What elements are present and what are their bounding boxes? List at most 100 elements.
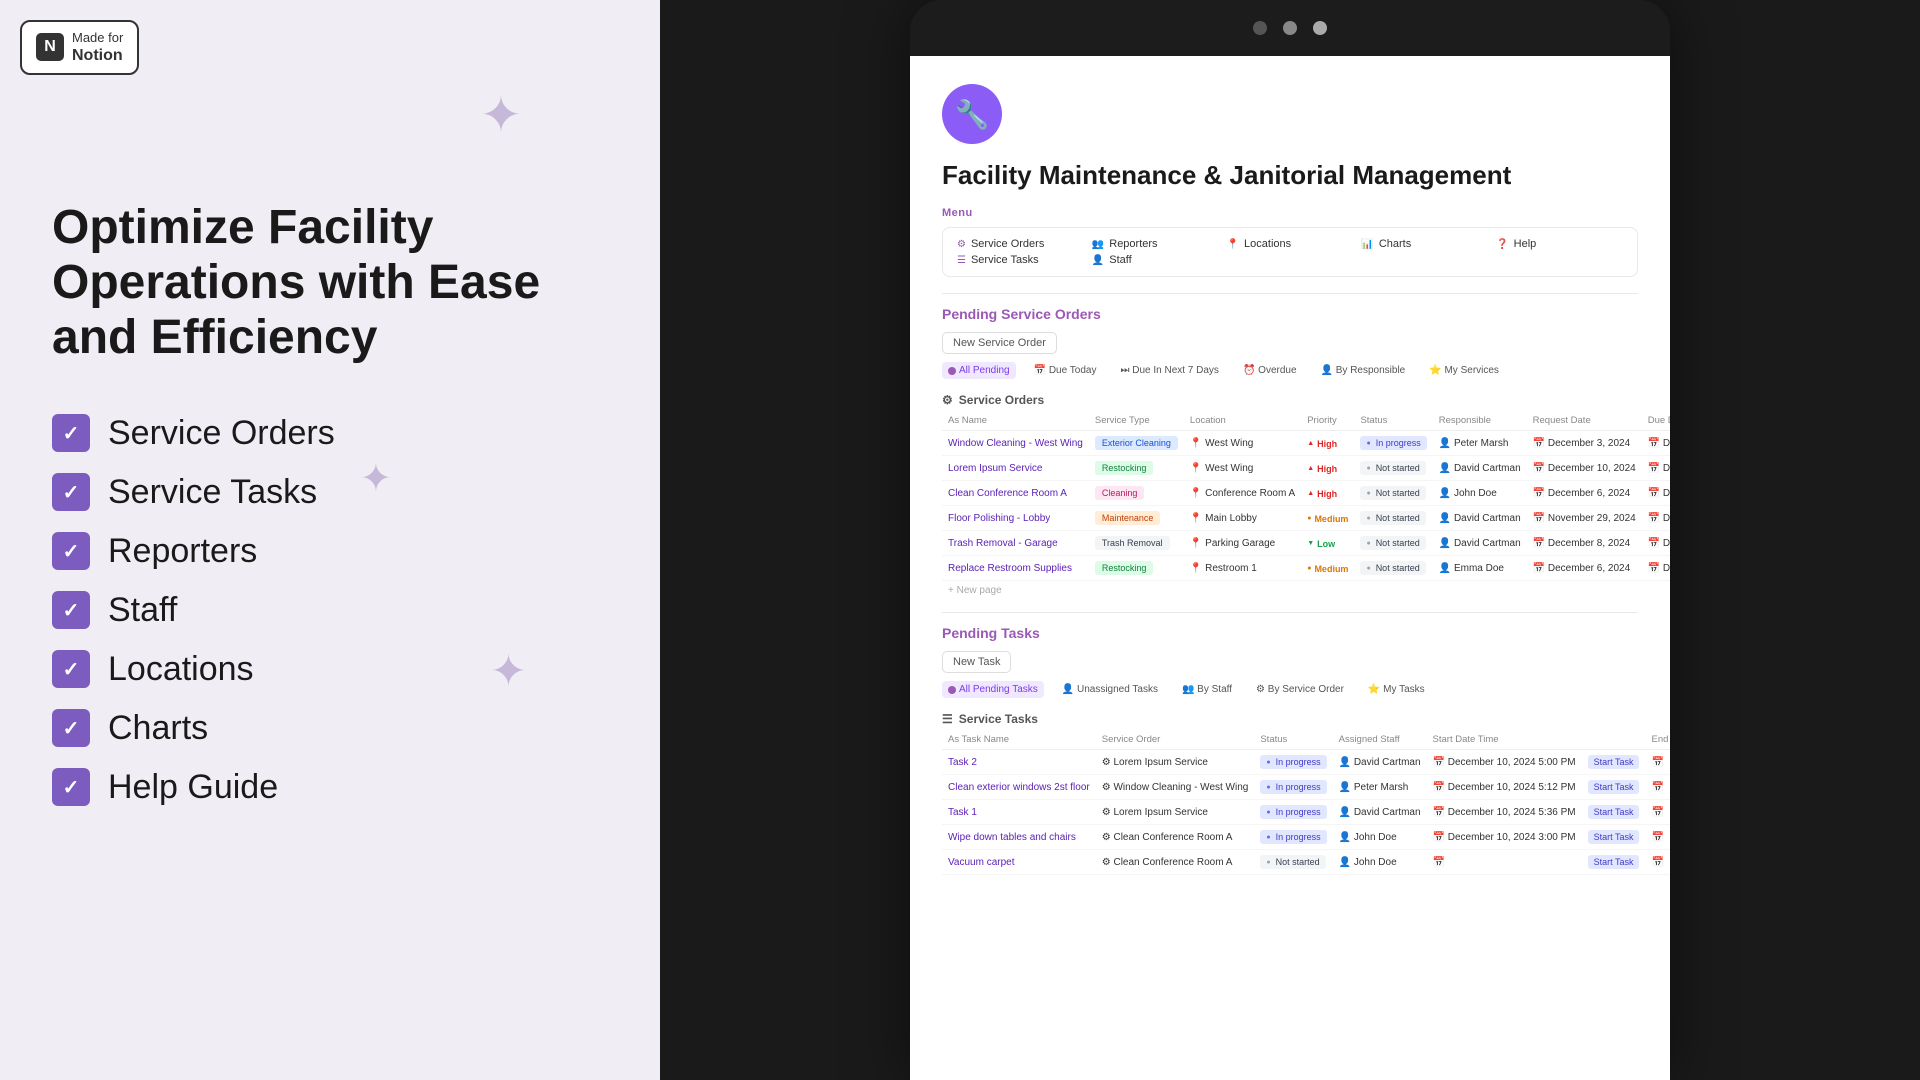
table-row[interactable]: Floor Polishing - Lobby Maintenance 📍 Ma… bbox=[942, 506, 1670, 531]
menu-item-locations[interactable]: 📍 Locations bbox=[1227, 238, 1354, 250]
task-start-btn[interactable]: Start Task bbox=[1582, 775, 1646, 800]
order-status: Not started bbox=[1354, 506, 1432, 531]
table-row[interactable]: Window Cleaning - West Wing Exterior Cle… bbox=[942, 431, 1670, 456]
task-start-btn[interactable]: Start Task bbox=[1582, 825, 1646, 850]
filter-all-pending[interactable]: All Pending bbox=[942, 362, 1016, 379]
task-name: Task 2 bbox=[942, 750, 1096, 775]
filter-dot-1 bbox=[948, 367, 956, 375]
task-start-btn[interactable]: Start Task bbox=[1582, 850, 1646, 875]
filter-due-today[interactable]: 📅 Due Today bbox=[1028, 362, 1103, 379]
order-status: Not started bbox=[1354, 481, 1432, 506]
service-orders-table: As Name Service Type Location Priority S… bbox=[942, 411, 1670, 581]
menu-item-service-orders[interactable]: ⚙ Service Orders bbox=[957, 238, 1084, 250]
new-page-link-orders[interactable]: New page bbox=[942, 581, 1638, 600]
task-staff: 👤 David Cartman bbox=[1333, 750, 1427, 775]
page-title: Facility Maintenance & Janitorial Manage… bbox=[942, 160, 1638, 191]
task-end-date: 📅 bbox=[1645, 800, 1670, 825]
deco-cross-1: ✦ bbox=[480, 90, 522, 140]
check-icon-locations bbox=[52, 650, 90, 688]
filter-my-tasks[interactable]: ⭐ My Tasks bbox=[1362, 681, 1431, 698]
checklist-label-staff: Staff bbox=[108, 591, 177, 630]
order-status: In progress bbox=[1354, 431, 1432, 456]
service-orders-section-label: ⚙ Service Orders bbox=[942, 387, 1638, 411]
order-request-date: 📅 December 6, 2024 bbox=[1527, 556, 1642, 581]
menu-item-service-tasks[interactable]: ☰ Service Tasks bbox=[957, 254, 1084, 266]
task-start-date: 📅 December 10, 2024 3:00 PM bbox=[1427, 825, 1582, 850]
task-col-end: End Date Time bbox=[1645, 730, 1670, 750]
order-request-date: 📅 November 29, 2024 bbox=[1527, 506, 1642, 531]
task-start-date: 📅 bbox=[1427, 850, 1582, 875]
order-responsible: 👤 John Doe bbox=[1433, 481, 1527, 506]
table-row[interactable]: Wipe down tables and chairs ⚙ Clean Conf… bbox=[942, 825, 1670, 850]
filter-my-services[interactable]: ⭐ My Services bbox=[1423, 362, 1505, 379]
tasks-filter-bar: All Pending Tasks 👤 Unassigned Tasks 👥 B… bbox=[942, 681, 1638, 698]
table-row[interactable]: Task 1 ⚙ Lorem Ipsum Service In progress… bbox=[942, 800, 1670, 825]
filter-by-responsible[interactable]: 👤 By Responsible bbox=[1315, 362, 1412, 379]
hero-title: Optimize Facility Operations with Ease a… bbox=[52, 200, 608, 366]
order-name: Replace Restroom Supplies bbox=[942, 556, 1089, 581]
service-tasks-table: As Task Name Service Order Status Assign… bbox=[942, 730, 1670, 875]
new-task-button[interactable]: New Task bbox=[942, 651, 1011, 673]
task-end-date: 📅 bbox=[1645, 775, 1670, 800]
task-staff: 👤 David Cartman bbox=[1333, 800, 1427, 825]
filter-by-service-order[interactable]: ⚙ By Service Order bbox=[1250, 681, 1350, 698]
table-row[interactable]: Vacuum carpet ⚙ Clean Conference Room A … bbox=[942, 850, 1670, 875]
service-orders-icon: ⚙ bbox=[957, 239, 966, 250]
order-service-type: Restocking bbox=[1089, 556, 1184, 581]
check-icon-reporters bbox=[52, 532, 90, 570]
table-row[interactable]: Trash Removal - Garage Trash Removal 📍 P… bbox=[942, 531, 1670, 556]
tablet-dot-2 bbox=[1283, 21, 1297, 35]
order-location: 📍 Parking Garage bbox=[1184, 531, 1301, 556]
notion-icon: N bbox=[36, 33, 64, 61]
task-start-btn[interactable]: Start Task bbox=[1582, 750, 1646, 775]
task-name: Task 1 bbox=[942, 800, 1096, 825]
task-start-btn[interactable]: Start Task bbox=[1582, 800, 1646, 825]
help-icon: ❓ bbox=[1496, 239, 1508, 250]
order-due-date: 📅 December 11, 2024 bbox=[1642, 481, 1670, 506]
order-service-type: Restocking bbox=[1089, 456, 1184, 481]
order-request-date: 📅 December 3, 2024 bbox=[1527, 431, 1642, 456]
menu-item-charts[interactable]: 📊 Charts bbox=[1361, 238, 1488, 250]
order-responsible: 👤 David Cartman bbox=[1433, 506, 1527, 531]
menu-grid: ⚙ Service Orders 👥 Reporters 📍 Locations bbox=[942, 227, 1638, 277]
task-status: In progress bbox=[1254, 825, 1332, 850]
tablet-dot-3 bbox=[1313, 21, 1327, 35]
task-col-staff: Assigned Staff bbox=[1333, 730, 1427, 750]
order-responsible: 👤 David Cartman bbox=[1433, 531, 1527, 556]
table-row[interactable]: Replace Restroom Supplies Restocking 📍 R… bbox=[942, 556, 1670, 581]
task-end-date: 📅 bbox=[1645, 750, 1670, 775]
table-row[interactable]: Clean Conference Room A Cleaning 📍 Confe… bbox=[942, 481, 1670, 506]
divider-1 bbox=[942, 293, 1638, 294]
new-service-order-button[interactable]: New Service Order bbox=[942, 332, 1057, 354]
order-location: 📍 West Wing bbox=[1184, 431, 1301, 456]
filter-overdue[interactable]: ⏰ Overdue bbox=[1237, 362, 1303, 379]
check-icon-staff bbox=[52, 591, 90, 629]
task-staff: 👤 John Doe bbox=[1333, 825, 1427, 850]
order-name: Floor Polishing - Lobby bbox=[942, 506, 1089, 531]
order-due-date: 📅 December 10, 2024 bbox=[1642, 456, 1670, 481]
staff-icon: 👤 bbox=[1092, 255, 1104, 266]
table-row[interactable]: Clean exterior windows 2st floor ⚙ Windo… bbox=[942, 775, 1670, 800]
pending-orders-heading: Pending Service Orders bbox=[942, 306, 1638, 322]
pending-orders-section: Pending Service Orders New Service Order… bbox=[942, 306, 1638, 600]
divider-2 bbox=[942, 612, 1638, 613]
task-col-status: Status bbox=[1254, 730, 1332, 750]
menu-item-staff[interactable]: 👤 Staff bbox=[1092, 254, 1219, 266]
reporters-icon: 👥 bbox=[1092, 239, 1104, 250]
order-priority: High bbox=[1301, 431, 1354, 456]
filter-all-pending-tasks[interactable]: All Pending Tasks bbox=[942, 681, 1044, 698]
order-service-type: Trash Removal bbox=[1089, 531, 1184, 556]
filter-by-staff[interactable]: 👥 By Staff bbox=[1176, 681, 1238, 698]
table-row[interactable]: Lorem Ipsum Service Restocking 📍 West Wi… bbox=[942, 456, 1670, 481]
checklist-label-reporters: Reporters bbox=[108, 532, 257, 571]
filter-unassigned-tasks[interactable]: 👤 Unassigned Tasks bbox=[1056, 681, 1164, 698]
filter-due-next-7[interactable]: ⏭ Due In Next 7 Days bbox=[1114, 362, 1224, 379]
notion-badge[interactable]: N Made for Notion bbox=[20, 20, 139, 75]
table-row[interactable]: Task 2 ⚙ Lorem Ipsum Service In progress… bbox=[942, 750, 1670, 775]
order-responsible: 👤 David Cartman bbox=[1433, 456, 1527, 481]
order-request-date: 📅 December 10, 2024 bbox=[1527, 456, 1642, 481]
menu-item-reporters[interactable]: 👥 Reporters bbox=[1092, 238, 1219, 250]
order-status: Not started bbox=[1354, 556, 1432, 581]
order-service-type: Cleaning bbox=[1089, 481, 1184, 506]
menu-item-help[interactable]: ❓ Help bbox=[1496, 238, 1623, 250]
